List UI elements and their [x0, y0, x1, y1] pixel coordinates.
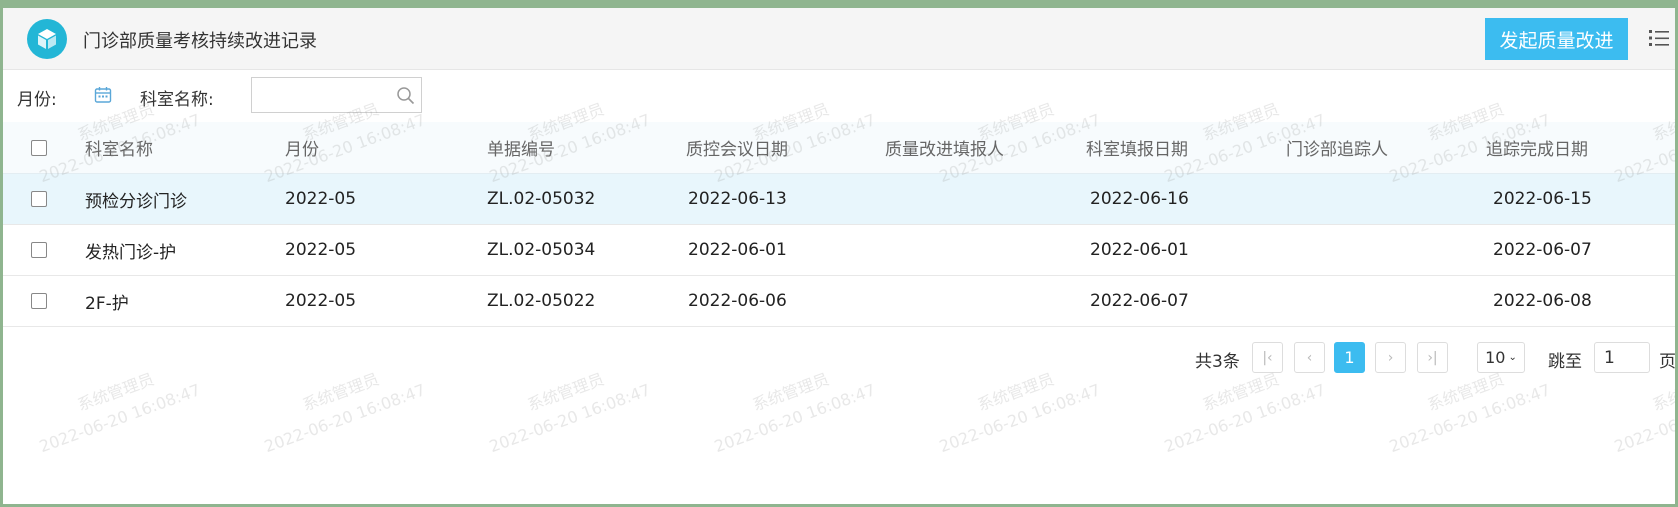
table-cell: 2022-06-13 — [688, 189, 787, 209]
total-count: 共3条 — [1195, 352, 1240, 372]
page-header: 门诊部质量考核持续改进记录 发起质量改进 — [3, 8, 1675, 70]
select-all-checkbox[interactable] — [31, 139, 47, 156]
dept-search-input[interactable] — [252, 78, 382, 112]
jump-page-input[interactable] — [1594, 342, 1650, 373]
jump-label: 跳至 — [1548, 352, 1582, 372]
page-size-select[interactable]: 10 ⌄ — [1477, 342, 1525, 373]
filter-bar: 月份: 科室名称: — [3, 70, 1675, 122]
select-all-checkbox-cell — [31, 122, 47, 173]
table-row[interactable]: 预检分诊门诊 2022-05 ZL.02-05032 2022-06-13 20… — [3, 174, 1675, 225]
column-header[interactable]: 追踪完成日期 — [1486, 122, 1588, 173]
table-cell: 2022-06-06 — [688, 291, 787, 311]
page-size-value: 10 — [1485, 348, 1506, 367]
data-table: 科室名称 月份 单据编号 质控会议日期 质量改进填报人 科室填报日期 门诊部追踪… — [3, 122, 1675, 327]
page-suffix-label: 页 — [1659, 352, 1676, 372]
month-label: 月份: — [17, 90, 57, 110]
table-cell: 预检分诊门诊 — [85, 191, 187, 212]
prev-page-button[interactable]: ‹ — [1294, 342, 1325, 373]
table-cell: 2022-05 — [285, 291, 357, 311]
row-checkbox[interactable] — [31, 293, 47, 309]
dept-search-box — [251, 77, 422, 113]
row-checkbox-cell — [31, 225, 47, 275]
pagination: 共3条 |‹ ‹ 1 › ›| 10 ⌄ 跳至 页 — [3, 338, 1675, 378]
watermark-time: 2022-06-20 16:08:47 — [37, 380, 203, 456]
table-cell: 2022-05 — [285, 240, 357, 260]
row-checkbox-cell — [31, 174, 47, 224]
column-header[interactable]: 质量改进填报人 — [885, 122, 1004, 173]
watermark-time: 2022-06-20 16:08:47 — [262, 380, 428, 456]
last-page-button[interactable]: ›| — [1417, 342, 1448, 373]
chevron-down-icon: ⌄ — [1508, 352, 1517, 363]
column-header[interactable]: 月份 — [285, 122, 319, 173]
calendar-icon[interactable] — [94, 86, 112, 108]
first-page-icon: |‹ — [1262, 349, 1273, 366]
page-title: 门诊部质量考核持续改进记录 — [83, 31, 317, 52]
chevron-right-icon: › — [1387, 349, 1394, 366]
column-header[interactable]: 科室名称 — [85, 122, 153, 173]
table-cell: 2F-护 — [85, 293, 129, 314]
table-cell: 发热门诊-护 — [85, 242, 177, 263]
table-cell: 2022-06-15 — [1493, 189, 1592, 209]
table-cell: 2022-06-01 — [688, 240, 787, 260]
next-page-button[interactable]: › — [1375, 342, 1406, 373]
table-header-row: 科室名称 月份 单据编号 质控会议日期 质量改进填报人 科室填报日期 门诊部追踪… — [3, 122, 1675, 174]
table-cell: 2022-06-07 — [1493, 240, 1592, 260]
table-cell: ZL.02-05032 — [487, 189, 596, 209]
cube-icon — [27, 19, 67, 59]
list-menu-icon[interactable] — [1648, 26, 1670, 50]
watermark-time: 2022-06-20 16:08:47 — [712, 380, 878, 456]
table-cell: 2022-05 — [285, 189, 357, 209]
watermark-time: 2022-06-20 16:08:47 — [487, 380, 653, 456]
row-checkbox[interactable] — [31, 191, 47, 207]
table-cell: 2022-06-07 — [1090, 291, 1189, 311]
last-page-icon: ›| — [1427, 349, 1438, 366]
table-cell: 2022-06-01 — [1090, 240, 1189, 260]
first-page-button[interactable]: |‹ — [1252, 342, 1283, 373]
page-number-button[interactable]: 1 — [1334, 342, 1365, 373]
table-cell: ZL.02-05022 — [487, 291, 596, 311]
app-window: 门诊部质量考核持续改进记录 发起质量改进 月份: 科室名称: 科室名称 月份 单… — [0, 0, 1678, 507]
watermark-time: 2022-06-20 16:08:47 — [1612, 380, 1678, 456]
table-cell: 2022-06-08 — [1493, 291, 1592, 311]
dept-name-label: 科室名称: — [140, 90, 214, 110]
table-cell: 2022-06-16 — [1090, 189, 1189, 209]
watermark-time: 2022-06-20 16:08:47 — [1387, 380, 1553, 456]
table-row[interactable]: 2F-护 2022-05 ZL.02-05022 2022-06-06 2022… — [3, 276, 1675, 327]
column-header[interactable]: 科室填报日期 — [1086, 122, 1188, 173]
search-icon[interactable] — [396, 86, 415, 109]
row-checkbox[interactable] — [31, 242, 47, 258]
column-header[interactable]: 质控会议日期 — [686, 122, 788, 173]
row-checkbox-cell — [31, 276, 47, 326]
column-header[interactable]: 门诊部追踪人 — [1286, 122, 1388, 173]
column-header[interactable]: 单据编号 — [487, 122, 555, 173]
watermark-time: 2022-06-20 16:08:47 — [937, 380, 1103, 456]
start-quality-improvement-button[interactable]: 发起质量改进 — [1485, 18, 1628, 60]
table-row[interactable]: 发热门诊-护 2022-05 ZL.02-05034 2022-06-01 20… — [3, 225, 1675, 276]
chevron-left-icon: ‹ — [1306, 349, 1313, 366]
table-cell: ZL.02-05034 — [487, 240, 596, 260]
watermark-time: 2022-06-20 16:08:47 — [1162, 380, 1328, 456]
